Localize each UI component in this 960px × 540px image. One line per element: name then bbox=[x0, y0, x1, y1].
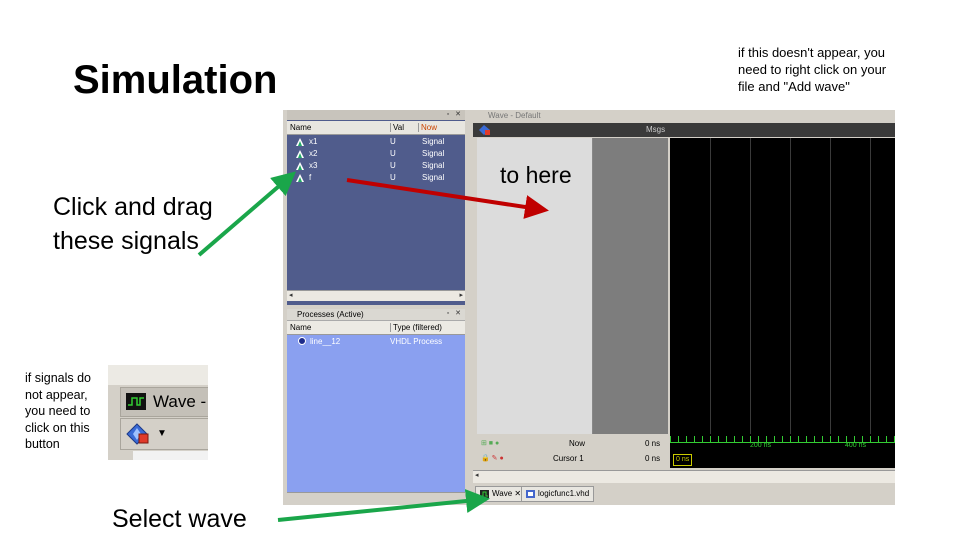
slide-title: Simulation bbox=[73, 58, 278, 102]
signal-name: f bbox=[309, 173, 312, 182]
grid-line bbox=[750, 138, 751, 434]
signal-value: U bbox=[390, 161, 396, 170]
objects-titlebar: ▫ ✕ bbox=[287, 110, 465, 120]
wave-display[interactable] bbox=[670, 138, 895, 434]
col-name[interactable]: Name bbox=[290, 323, 311, 332]
objects-panel: ▫ ✕ Name Val Now x1 U Signal x2 U Signal… bbox=[287, 110, 465, 305]
wave-tabs: Wave ✕ logicfunc1.vhd bbox=[473, 484, 895, 502]
file-tab-icon bbox=[526, 489, 535, 498]
inset-wave-label: Wave - bbox=[153, 392, 207, 411]
process-name: line__12 bbox=[310, 337, 341, 346]
status-value: 0 ns bbox=[645, 439, 661, 448]
instruction-text: Click and drag these signals bbox=[53, 193, 213, 255]
objects-header: Name Val Now bbox=[287, 121, 465, 135]
cursor-marker[interactable]: 0 ns bbox=[673, 454, 693, 466]
objects-scrollbar[interactable]: ◂ ▸ bbox=[287, 290, 465, 301]
wave-scrollbar[interactable]: ◂ bbox=[473, 470, 895, 483]
processes-panel: Processes (Active) ▫ ✕ Name Type (filter… bbox=[287, 309, 465, 505]
tab-label: Wave bbox=[492, 489, 513, 498]
ruler-label: 200 ns bbox=[750, 442, 772, 449]
scroll-right-icon[interactable]: ▸ bbox=[459, 291, 463, 299]
wave-button-inset: Wave - ▼ bbox=[108, 365, 208, 460]
signal-row-x1[interactable]: x1 U Signal bbox=[287, 136, 465, 148]
signal-kind: Signal bbox=[422, 161, 445, 170]
panel-controls[interactable]: ▫ ✕ bbox=[447, 309, 463, 317]
inset-toolbar: ▼ bbox=[120, 418, 208, 450]
panel-controls[interactable]: ▫ ✕ bbox=[447, 110, 463, 118]
signal-kind: Signal bbox=[422, 173, 445, 182]
signal-value: U bbox=[390, 173, 396, 182]
signal-icon bbox=[296, 162, 304, 170]
col-now[interactable]: Now bbox=[418, 123, 437, 132]
scroll-left-icon[interactable]: ◂ bbox=[289, 291, 293, 299]
process-row[interactable]: line__12 VHDL Process bbox=[287, 336, 465, 348]
msgs-label: Msgs bbox=[646, 125, 666, 134]
processes-scrollbar[interactable] bbox=[287, 492, 465, 505]
process-type: VHDL Process bbox=[390, 337, 443, 346]
signal-kind: Signal bbox=[422, 137, 445, 146]
processes-title: Processes (Active) bbox=[297, 310, 364, 319]
inset-menubar bbox=[108, 365, 208, 385]
wave-toolbar: Wave - Default Msgs bbox=[473, 110, 895, 138]
col-val[interactable]: Val bbox=[390, 123, 404, 132]
status-value: 0 ns bbox=[645, 454, 661, 463]
wave-tab-icon bbox=[480, 489, 489, 498]
signal-name: x1 bbox=[309, 137, 318, 146]
col-name[interactable]: Name bbox=[290, 123, 311, 132]
wave-status-area: ⊞ ■ ● Now 0 ns 🔒 ✎ ● Cursor 1 0 ns 200 n… bbox=[473, 434, 895, 468]
wave-ruler: 200 ns 400 ns 0 ns bbox=[670, 434, 895, 468]
note-signals-button: if signals do not appear, you need to cl… bbox=[25, 371, 92, 451]
wave-tool-icon[interactable] bbox=[479, 125, 490, 135]
signal-value: U bbox=[390, 137, 396, 146]
inset-wave-tab[interactable]: Wave - bbox=[120, 387, 208, 417]
scroll-left-icon[interactable]: ◂ bbox=[475, 471, 479, 479]
wave-header-bar bbox=[473, 123, 895, 137]
tab-wave[interactable]: Wave ✕ bbox=[475, 486, 527, 502]
status-icons[interactable]: ⊞ ■ ● bbox=[481, 439, 499, 447]
status-label: Now bbox=[569, 439, 586, 448]
tab-label: logicfunc1.vhd bbox=[538, 489, 590, 498]
signal-icon bbox=[296, 150, 304, 158]
wave-values-column[interactable] bbox=[593, 138, 668, 434]
ruler-label: 400 ns bbox=[845, 442, 867, 449]
inset-panel bbox=[133, 451, 208, 460]
signal-value: U bbox=[390, 149, 396, 158]
grid-line bbox=[870, 138, 871, 434]
tab-logicfunc[interactable]: logicfunc1.vhd bbox=[521, 486, 595, 502]
signal-icon bbox=[296, 138, 304, 146]
dropdown-arrow-icon[interactable]: ▼ bbox=[157, 428, 167, 439]
grid-line bbox=[790, 138, 791, 434]
processes-titlebar: Processes (Active) ▫ ✕ bbox=[287, 309, 465, 321]
signal-row-f[interactable]: f U Signal bbox=[287, 172, 465, 184]
note-add-wave: if this doesn't appear, you need to righ… bbox=[738, 45, 887, 94]
cursor-icons[interactable]: 🔒 ✎ ● bbox=[481, 454, 504, 462]
status-label: Cursor 1 bbox=[553, 454, 584, 463]
signal-row-x2[interactable]: x2 U Signal bbox=[287, 148, 465, 160]
signal-row-x3[interactable]: x3 U Signal bbox=[287, 160, 465, 172]
process-icon bbox=[298, 337, 306, 345]
wave-window-icon bbox=[126, 393, 146, 410]
signal-name: x2 bbox=[309, 149, 318, 158]
add-signals-icon[interactable] bbox=[126, 422, 152, 446]
to-here-text: to here bbox=[500, 162, 572, 188]
signal-icon bbox=[296, 174, 304, 182]
col-type[interactable]: Type (filtered) bbox=[390, 323, 442, 332]
select-wave-text: Select wave bbox=[112, 505, 247, 533]
processes-header: Name Type (filtered) bbox=[287, 321, 465, 335]
grid-line bbox=[710, 138, 711, 434]
grid-line bbox=[830, 138, 831, 434]
wave-title: Wave - Default bbox=[488, 111, 541, 120]
signal-kind: Signal bbox=[422, 149, 445, 158]
arrow-to-signals bbox=[197, 171, 297, 257]
signal-name: x3 bbox=[309, 161, 318, 170]
simulator-screenshot: ▫ ✕ Name Val Now x1 U Signal x2 U Signal… bbox=[283, 110, 895, 505]
